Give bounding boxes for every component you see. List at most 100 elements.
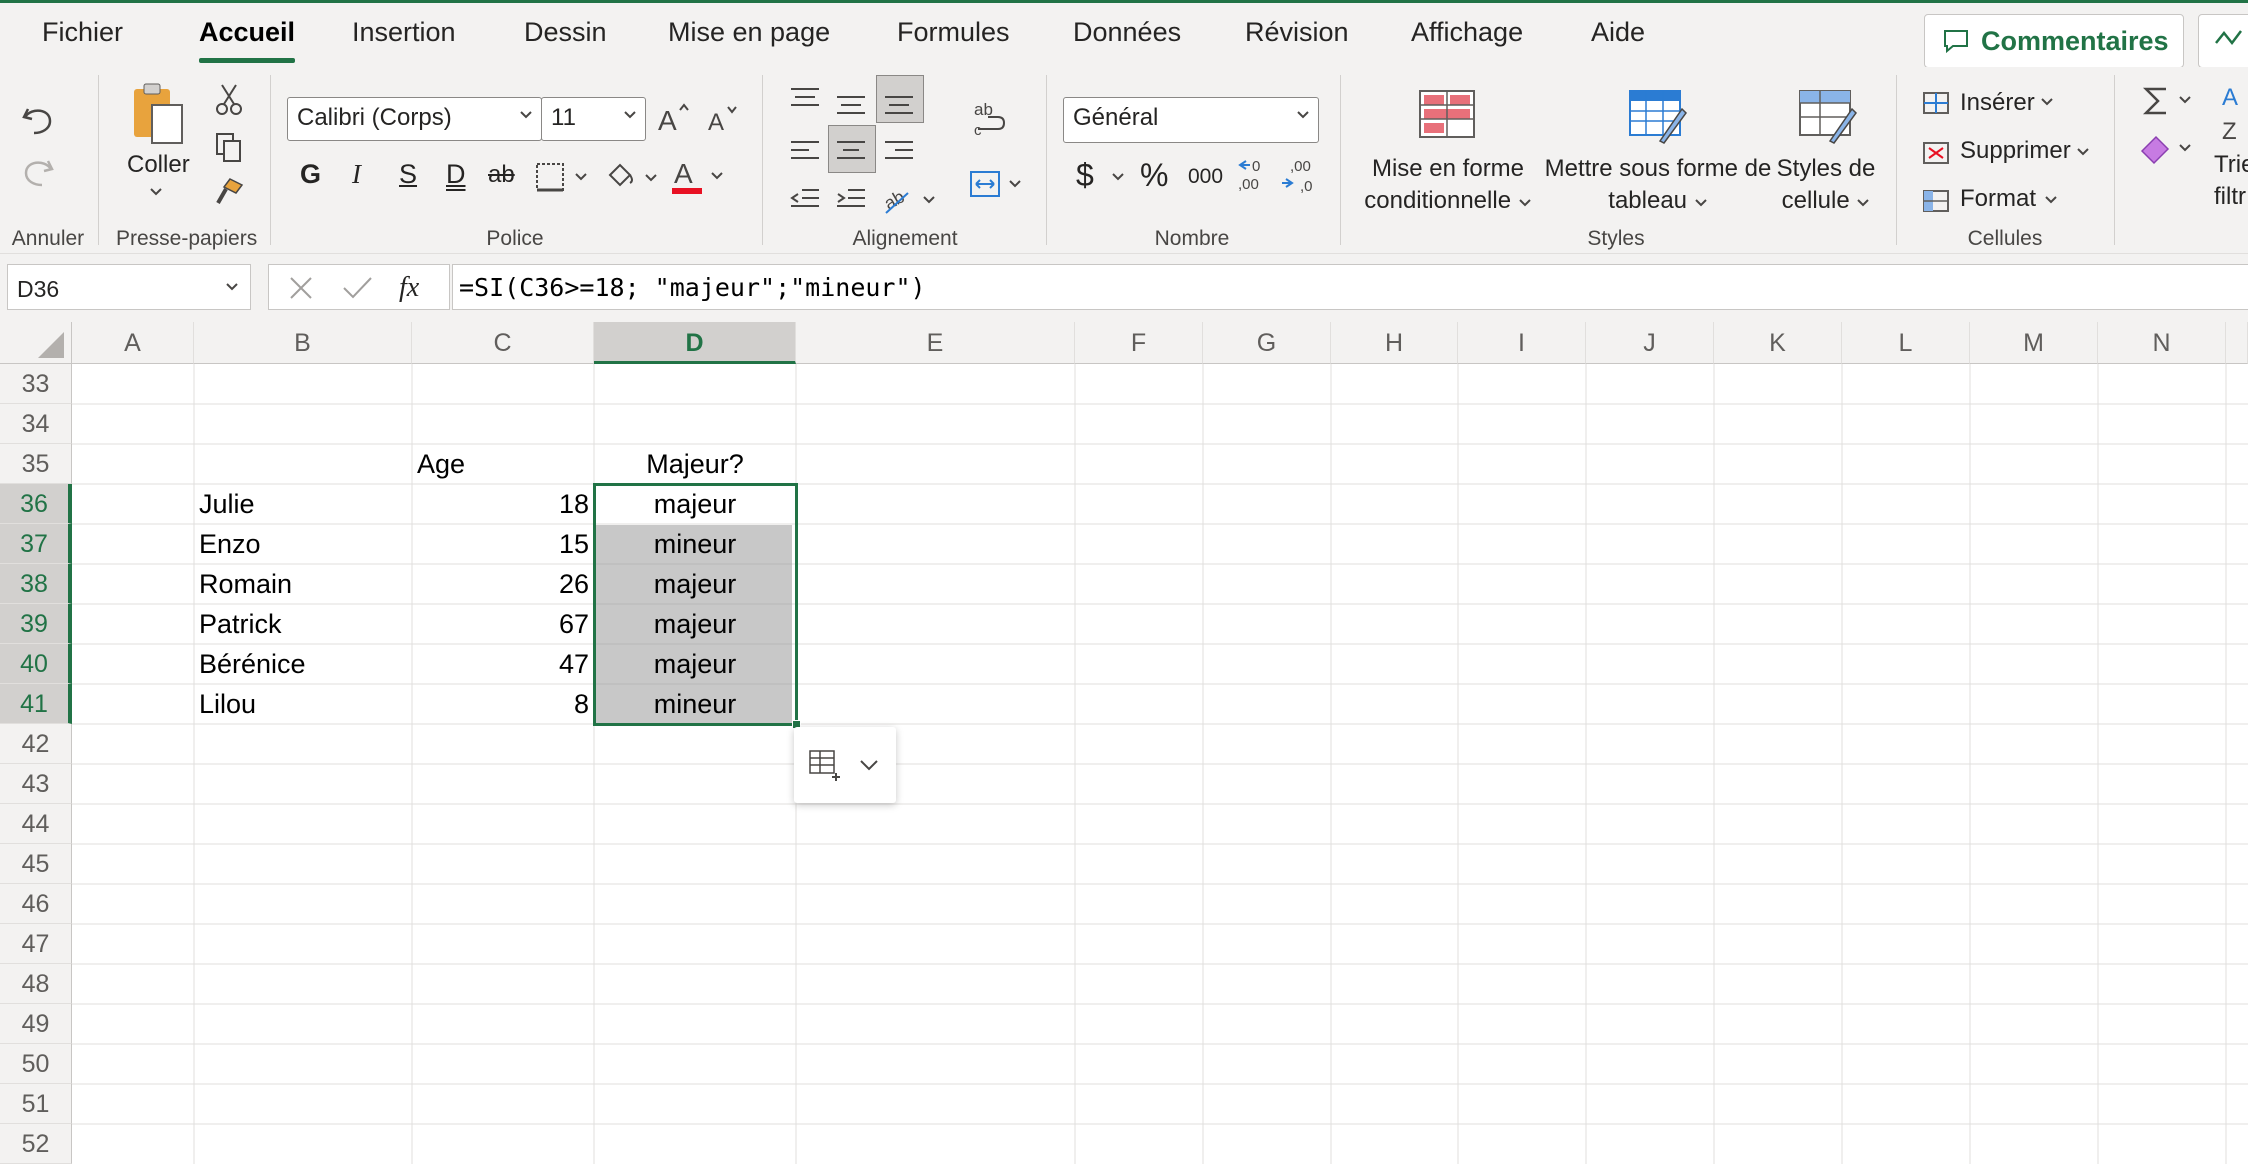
borders-icon[interactable]	[534, 161, 590, 195]
insert-function-button[interactable]: fx	[399, 272, 419, 304]
decrease-indent-icon[interactable]	[788, 185, 822, 215]
cut-icon[interactable]	[214, 83, 244, 117]
undo-icon[interactable]	[20, 103, 56, 137]
align-center-icon[interactable]	[834, 137, 868, 167]
align-top-icon[interactable]	[788, 85, 822, 113]
column-header-d[interactable]: D	[594, 322, 796, 364]
cell-styles-label-2[interactable]: cellule	[1770, 185, 1882, 217]
align-right-icon[interactable]	[882, 137, 916, 167]
name-box[interactable]: D36	[7, 264, 251, 310]
enter-check-icon[interactable]	[341, 275, 373, 301]
row-header-35[interactable]: 35	[0, 444, 72, 484]
row-header-52[interactable]: 52	[0, 1124, 72, 1164]
column-header-c[interactable]: C	[412, 322, 594, 364]
cell-c35[interactable]: Age	[412, 444, 594, 484]
strikethrough-button[interactable]: ab	[488, 161, 515, 189]
currency-button[interactable]: $	[1076, 157, 1094, 194]
row-header-50[interactable]: 50	[0, 1044, 72, 1084]
cell-c38[interactable]: 26	[412, 564, 594, 604]
increase-font-size-icon[interactable]: A	[656, 100, 692, 136]
font-color-icon[interactable]: A	[670, 157, 728, 197]
tab-revision[interactable]: Révision	[1245, 17, 1349, 48]
paste-icon[interactable]	[130, 81, 186, 147]
paste-chevron-down-icon[interactable]	[148, 187, 164, 197]
font-size-dropdown[interactable]: 11	[541, 97, 646, 141]
row-header-36[interactable]: 36	[0, 484, 72, 524]
delete-chevron-down-icon[interactable]	[2076, 147, 2090, 157]
conditional-formatting-label-2[interactable]: conditionnelle	[1354, 185, 1542, 217]
thousands-separator-button[interactable]: 000	[1188, 165, 1223, 189]
column-header-e[interactable]: E	[796, 322, 1075, 364]
fill-color-icon[interactable]	[604, 159, 662, 195]
sort-filter-icon[interactable]: AZ	[2216, 81, 2248, 151]
insert-chevron-down-icon[interactable]	[2040, 97, 2054, 107]
formula-input[interactable]: =SI(C36>=18; "majeur";"mineur")	[452, 264, 2248, 310]
increase-decimal-icon[interactable]: 0,00	[1232, 155, 1272, 195]
row-header-38[interactable]: 38	[0, 564, 72, 604]
cell-d35[interactable]: Majeur?	[594, 444, 796, 484]
format-as-table-label-1[interactable]: Mettre sous forme de	[1540, 153, 1776, 185]
cell-c40[interactable]: 47	[412, 644, 594, 684]
row-header-33[interactable]: 33	[0, 364, 72, 404]
cell-styles-icon[interactable]	[1796, 87, 1858, 145]
delete-cells-label[interactable]: Supprimer	[1960, 137, 2071, 165]
row-header-43[interactable]: 43	[0, 764, 72, 804]
worksheet-grid[interactable]: A B C D E F G H I J K L M N 33 34 35 36 …	[0, 322, 2248, 1164]
format-cells-label[interactable]: Format	[1960, 185, 2036, 213]
cell-styles-label-1[interactable]: Styles de	[1770, 153, 1882, 185]
select-all-corner[interactable]	[0, 322, 72, 364]
cell-b36[interactable]: Julie	[194, 484, 412, 524]
column-header-m[interactable]: M	[1970, 322, 2098, 364]
sort-filter-label-1[interactable]: Trier	[2214, 151, 2248, 179]
format-cells-icon[interactable]	[1920, 187, 1952, 215]
paste-label[interactable]: Coller	[127, 151, 190, 179]
row-header-46[interactable]: 46	[0, 884, 72, 924]
autosum-icon[interactable]	[2140, 83, 2174, 119]
comments-button[interactable]: Commentaires	[1924, 14, 2184, 68]
align-middle-icon[interactable]	[834, 91, 868, 119]
wrap-text-icon[interactable]: abc	[972, 99, 1008, 139]
autosum-chevron-down-icon[interactable]	[2178, 95, 2192, 105]
format-as-table-icon[interactable]	[1626, 87, 1688, 145]
tab-formules[interactable]: Formules	[897, 17, 1010, 48]
orientation-icon[interactable]: ab	[882, 179, 940, 217]
quick-analysis-button[interactable]	[794, 727, 896, 803]
row-header-47[interactable]: 47	[0, 924, 72, 964]
clear-eraser-icon[interactable]	[2138, 133, 2174, 165]
column-header-o[interactable]	[2226, 322, 2248, 364]
redo-icon[interactable]	[20, 155, 56, 189]
cell-c37[interactable]: 15	[412, 524, 594, 564]
increase-indent-icon[interactable]	[834, 185, 868, 215]
bold-button[interactable]: G	[300, 159, 321, 190]
tab-dessin[interactable]: Dessin	[524, 17, 607, 48]
tab-donnees[interactable]: Données	[1073, 17, 1181, 48]
decrease-font-size-icon[interactable]: A	[706, 102, 742, 136]
cancel-x-icon[interactable]	[287, 275, 315, 301]
tab-fichier[interactable]: Fichier	[42, 17, 123, 48]
format-as-table-label-2[interactable]: tableau	[1540, 185, 1776, 217]
underline-button[interactable]: S	[399, 159, 417, 190]
tab-insertion[interactable]: Insertion	[352, 17, 456, 48]
merge-center-icon[interactable]	[968, 167, 1026, 201]
number-format-dropdown[interactable]: Général	[1063, 97, 1319, 143]
cell-b38[interactable]: Romain	[194, 564, 412, 604]
currency-chevron-down-icon[interactable]	[1110, 171, 1126, 183]
delete-cells-icon[interactable]	[1920, 139, 1952, 167]
column-header-h[interactable]: H	[1331, 322, 1458, 364]
cell-c39[interactable]: 67	[412, 604, 594, 644]
tab-mise-en-page[interactable]: Mise en page	[668, 17, 830, 48]
row-header-41[interactable]: 41	[0, 684, 72, 724]
column-header-n[interactable]: N	[2098, 322, 2226, 364]
double-underline-button[interactable]: D	[446, 159, 466, 190]
format-chevron-down-icon[interactable]	[2044, 195, 2058, 205]
row-header-45[interactable]: 45	[0, 844, 72, 884]
format-painter-icon[interactable]	[212, 175, 246, 209]
insert-cells-label[interactable]: Insérer	[1960, 89, 2035, 117]
decrease-decimal-icon[interactable]: ,00,0	[1280, 155, 1320, 195]
row-header-40[interactable]: 40	[0, 644, 72, 684]
font-name-dropdown[interactable]: Calibri (Corps)	[287, 97, 542, 141]
copy-icon[interactable]	[214, 131, 244, 165]
column-header-l[interactable]: L	[1842, 322, 1970, 364]
cell-b41[interactable]: Lilou	[194, 684, 412, 724]
column-header-g[interactable]: G	[1203, 322, 1331, 364]
